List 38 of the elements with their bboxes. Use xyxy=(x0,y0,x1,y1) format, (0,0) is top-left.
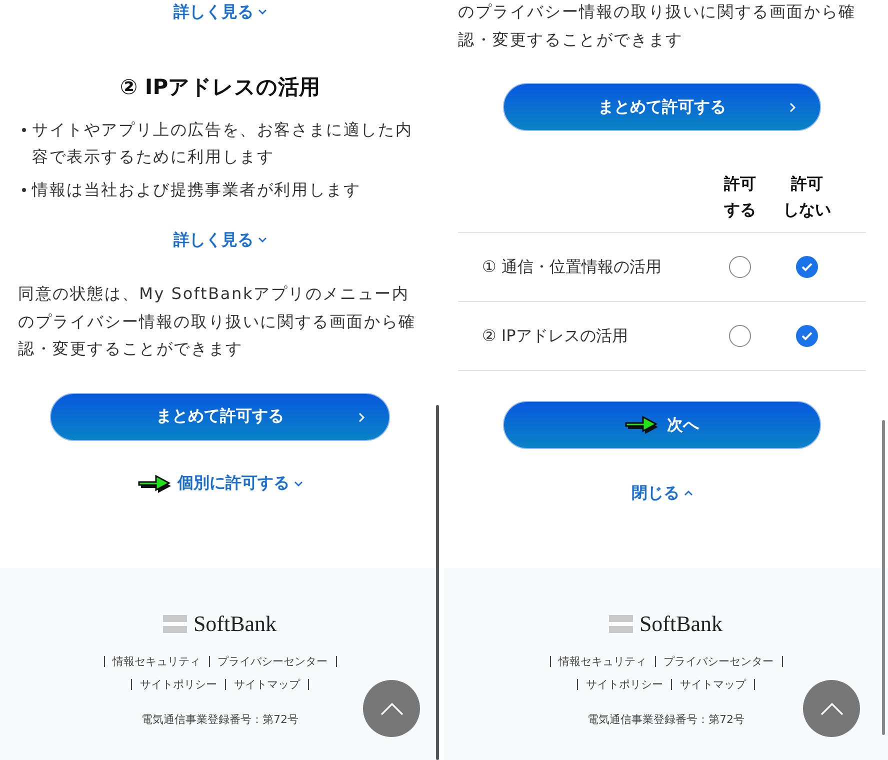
radio-button[interactable] xyxy=(729,325,751,347)
registration-number: 電気通信事業登録番号：第72号 xyxy=(588,712,744,727)
consent-note: 同意の状態は、My SoftBankアプリのメニュー内のプライバシー情報の取り扱いに関する画面から確認・変更することができます xyxy=(18,283,417,360)
expand-link[interactable]: 閉じる xyxy=(632,482,692,504)
radio-button[interactable] xyxy=(796,256,818,278)
footer-link[interactable]: プライバシーセンター xyxy=(218,654,328,669)
column-header: 許可 する xyxy=(722,173,757,221)
check-icon xyxy=(801,262,813,272)
logo-icon xyxy=(163,615,188,633)
expand-link[interactable]: 個別に許可する xyxy=(178,473,302,494)
footer-link[interactable]: プライバシーセンター xyxy=(664,654,774,669)
consent-note: のプライバシー情報の取り扱いに関する画面から確認・変更することができます xyxy=(458,1,857,50)
footer-link[interactable]: サイトマップ xyxy=(680,677,746,692)
expand-link[interactable]: 詳しく見る xyxy=(174,230,266,250)
expand-link[interactable]: 詳しく見る xyxy=(174,2,266,22)
logo-text: SoftBank xyxy=(639,611,723,637)
bullet-text: サイトやアプリ上の広告を、お客さまに適した内容で表示するために利用します xyxy=(32,119,414,168)
radio-button[interactable] xyxy=(729,256,751,278)
registration-number: 電気通信事業登録番号：第72号 xyxy=(142,712,298,727)
footer-link[interactable]: 情報セキュリティ xyxy=(558,654,646,669)
footer-link[interactable]: 情報セキュリティ xyxy=(112,654,200,669)
row-label: ① 通信・位置情報の活用 xyxy=(482,256,662,278)
footer-link[interactable]: サイトポリシー xyxy=(586,677,663,692)
logo-text: SoftBank xyxy=(193,611,277,637)
chevron-up-icon xyxy=(380,702,404,716)
footer-link[interactable]: サイトマップ xyxy=(234,677,300,692)
footer-link[interactable]: サイトポリシー xyxy=(140,677,217,692)
section-heading: ② IPアドレスの活用 xyxy=(118,74,322,101)
check-icon xyxy=(801,331,813,341)
logo-icon xyxy=(609,615,634,633)
bullet-text: 情報は当社および提携事業者が利用します xyxy=(32,179,361,201)
primary-button[interactable]: まとめて許可する xyxy=(50,392,390,440)
column-header: 許可 しない xyxy=(782,173,832,221)
radio-button[interactable] xyxy=(796,325,818,347)
primary-button[interactable]: 次へ xyxy=(503,401,821,449)
primary-button[interactable]: まとめて許可する xyxy=(503,83,821,131)
chevron-up-icon xyxy=(820,702,844,716)
row-label: ② IPアドレスの活用 xyxy=(482,326,629,346)
